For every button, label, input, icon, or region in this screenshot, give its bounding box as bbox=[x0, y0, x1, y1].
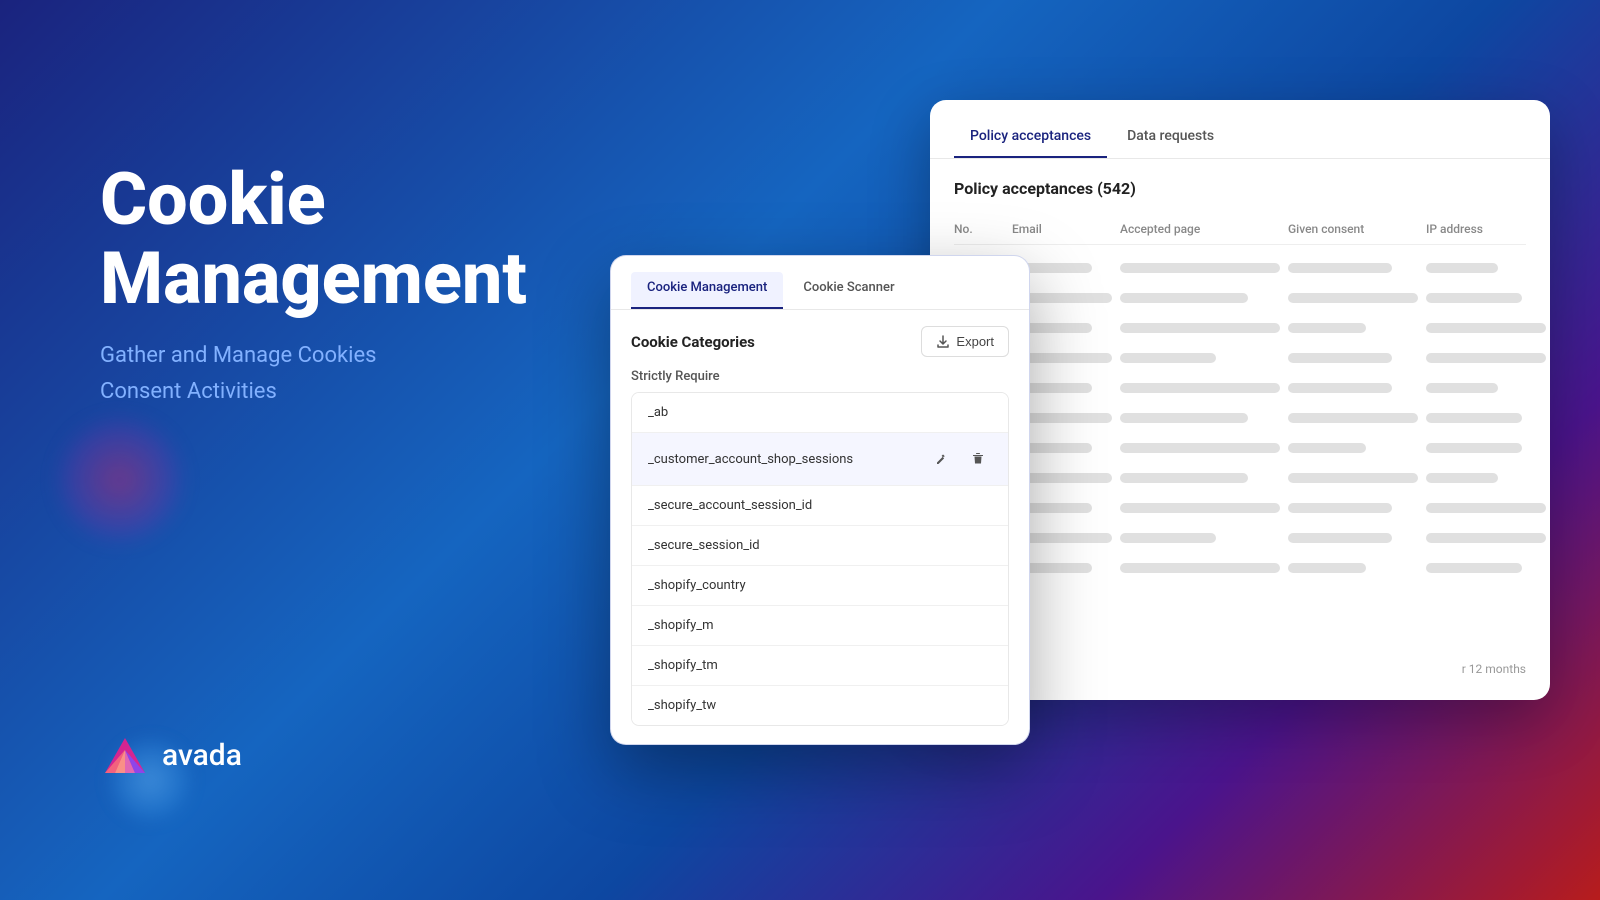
skeleton-cell bbox=[1120, 323, 1280, 333]
skeleton-cell bbox=[1426, 383, 1498, 393]
export-button[interactable]: Export bbox=[921, 326, 1009, 357]
table-row bbox=[954, 253, 1526, 283]
skeleton-cell bbox=[1120, 563, 1280, 573]
table-row bbox=[954, 433, 1526, 463]
skeleton-cell bbox=[1426, 473, 1498, 483]
col-accepted-page: Accepted page bbox=[1120, 222, 1280, 236]
policy-table-header: No. Email Accepted page Given consent IP… bbox=[954, 214, 1526, 245]
col-ip-address: IP address bbox=[1426, 222, 1546, 236]
skeleton-cell bbox=[1120, 503, 1280, 513]
cookie-categories-title: Cookie Categories bbox=[631, 333, 755, 351]
table-row bbox=[954, 463, 1526, 493]
table-row bbox=[954, 343, 1526, 373]
table-row bbox=[954, 403, 1526, 433]
cookie-item-name: _secure_session_id bbox=[648, 538, 760, 553]
table-row bbox=[954, 313, 1526, 343]
cookie-item-shopify-country: _shopify_country bbox=[632, 566, 1008, 606]
edit-icon-button[interactable] bbox=[928, 445, 956, 473]
col-given-consent: Given consent bbox=[1288, 222, 1418, 236]
table-row bbox=[954, 523, 1526, 553]
avada-logo: avada bbox=[100, 730, 242, 780]
subtitle: Gather and Manage Cookies Consent Activi… bbox=[100, 338, 527, 408]
cookie-item-shopify-tw: _shopify_tw bbox=[632, 686, 1008, 725]
table-row bbox=[954, 493, 1526, 523]
skeleton-cell bbox=[1120, 443, 1280, 453]
cookie-item-name: _customer_account_shop_sessions bbox=[648, 452, 853, 467]
skeleton-cell bbox=[1288, 473, 1418, 483]
table-row bbox=[954, 553, 1526, 583]
cookie-item-name: _shopify_m bbox=[648, 618, 714, 633]
skeleton-cell bbox=[1288, 443, 1366, 453]
cookie-list: _ab _customer_account_shop_sessions bbox=[631, 392, 1009, 726]
cookie-item-name: _shopify_country bbox=[648, 578, 746, 593]
main-title: Cookie Management bbox=[100, 160, 527, 318]
cookie-item-actions bbox=[928, 445, 992, 473]
tab-cookie-scanner[interactable]: Cookie Scanner bbox=[787, 272, 910, 309]
trash-icon bbox=[971, 452, 985, 466]
cookie-item-shopify-m: _shopify_m bbox=[632, 606, 1008, 646]
col-email: Email bbox=[1012, 222, 1112, 236]
cookie-item-secure-account: _secure_account_session_id bbox=[632, 486, 1008, 526]
cookie-panel-content: Cookie Categories Export Strictly Requir… bbox=[611, 310, 1029, 742]
tab-data-requests[interactable]: Data requests bbox=[1111, 120, 1230, 158]
delete-icon-button[interactable] bbox=[964, 445, 992, 473]
skeleton-cell bbox=[1288, 383, 1392, 393]
cookie-panel-tabs: Cookie Management Cookie Scanner bbox=[611, 256, 1029, 310]
cookie-item-shopify-tm: _shopify_tm bbox=[632, 646, 1008, 686]
strictly-require-label: Strictly Require bbox=[631, 369, 1009, 384]
hero-section: Cookie Management Gather and Manage Cook… bbox=[100, 160, 527, 409]
skeleton-cell bbox=[1288, 533, 1392, 543]
skeleton-cell bbox=[1426, 353, 1546, 363]
cookie-item-name: _shopify_tm bbox=[648, 658, 718, 673]
tab-policy-acceptances[interactable]: Policy acceptances bbox=[954, 120, 1107, 158]
cookie-item-name: _ab bbox=[648, 405, 668, 420]
cookie-management-panel: Cookie Management Cookie Scanner Cookie … bbox=[610, 255, 1030, 745]
skeleton-cell bbox=[1288, 323, 1366, 333]
skeleton-cell bbox=[1120, 293, 1248, 303]
skeleton-cell bbox=[1288, 413, 1418, 423]
col-no: No. bbox=[954, 222, 1004, 236]
skeleton-cell bbox=[1288, 563, 1366, 573]
cookie-item-secure-session: _secure_session_id bbox=[632, 526, 1008, 566]
avada-logo-icon bbox=[100, 730, 150, 780]
avada-logo-text: avada bbox=[162, 738, 242, 773]
decorative-blob-1 bbox=[60, 420, 180, 540]
skeleton-cell bbox=[1288, 263, 1392, 273]
table-row bbox=[954, 373, 1526, 403]
cookie-item-ab: _ab bbox=[632, 393, 1008, 433]
policy-footer-text: r 12 months bbox=[1462, 662, 1526, 676]
cookie-item-name: _shopify_tw bbox=[648, 698, 716, 713]
export-icon bbox=[936, 335, 950, 349]
policy-panel-title: Policy acceptances (542) bbox=[954, 179, 1526, 198]
edit-icon bbox=[935, 452, 949, 466]
skeleton-cell bbox=[1120, 383, 1280, 393]
skeleton-cell bbox=[1426, 563, 1522, 573]
skeleton-cell bbox=[1426, 323, 1546, 333]
skeleton-cell bbox=[1288, 503, 1392, 513]
cookie-item-customer-account[interactable]: _customer_account_shop_sessions bbox=[632, 433, 1008, 486]
cookie-panel-header: Cookie Categories Export bbox=[631, 326, 1009, 357]
skeleton-cell bbox=[1120, 353, 1216, 363]
skeleton-cell bbox=[1426, 503, 1546, 513]
skeleton-cell bbox=[1120, 263, 1280, 273]
skeleton-cell bbox=[1288, 293, 1418, 303]
skeleton-cell bbox=[1426, 263, 1498, 273]
skeleton-cell bbox=[1426, 533, 1546, 543]
policy-panel-tabs: Policy acceptances Data requests bbox=[930, 100, 1550, 159]
skeleton-cell bbox=[1120, 533, 1216, 543]
tab-cookie-management[interactable]: Cookie Management bbox=[631, 272, 783, 309]
skeleton-cell bbox=[1426, 293, 1522, 303]
skeleton-cell bbox=[1288, 353, 1392, 363]
skeleton-cell bbox=[1120, 473, 1248, 483]
skeleton-cell bbox=[1120, 413, 1248, 423]
skeleton-cell bbox=[1426, 443, 1522, 453]
table-row bbox=[954, 283, 1526, 313]
cookie-item-name: _secure_account_session_id bbox=[648, 498, 812, 513]
skeleton-cell bbox=[1426, 413, 1522, 423]
